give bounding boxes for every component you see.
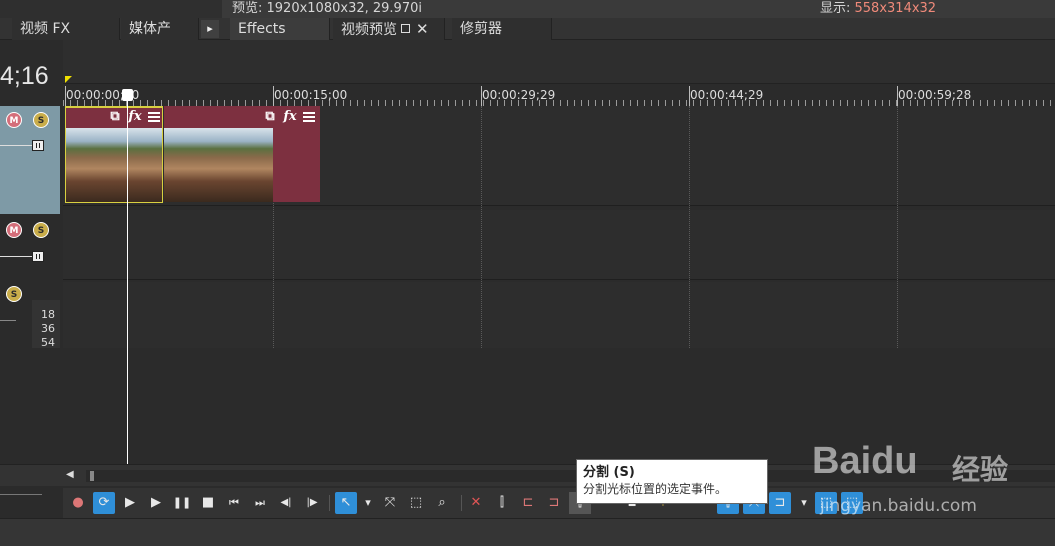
loop-icon[interactable]: ⟳: [93, 492, 115, 514]
menu-icon[interactable]: [146, 109, 162, 125]
tab-video-fx-label: 视频 FX: [20, 21, 71, 37]
preview-info-bar: 预览: 1920x1080x32, 29.970i 显示: 558x314x32: [0, 0, 1055, 18]
audio-track-lane[interactable]: [63, 210, 1055, 280]
preview-resolution: 预览: 1920x1080x32, 29.970i: [232, 1, 422, 16]
tab-row: 视频 FX 媒体产 ▸ Effects 视频预览 ✕ 修剪器: [0, 18, 1055, 40]
audio-track-2-lane[interactable]: [63, 282, 1055, 348]
level-slider-knob[interactable]: [32, 140, 44, 151]
toolbar-separator: [329, 495, 330, 511]
pan-slider-track: [0, 320, 16, 321]
empty-track-area[interactable]: [63, 348, 1055, 464]
normal-edit-tool-icon[interactable]: ↖: [335, 492, 357, 514]
vegas-editor-window: 预览: 1920x1080x32, 29.970i 显示: 558x314x32…: [0, 0, 1055, 546]
grid-line: [481, 106, 482, 348]
next-frame-icon[interactable]: |▶: [301, 492, 323, 514]
stop-icon[interactable]: ■: [197, 492, 219, 514]
ruler-label: 00:00:44;29: [690, 88, 764, 102]
video-clip-1[interactable]: ⧉ fx: [65, 106, 163, 202]
clip-thumbnail: [164, 128, 273, 202]
left-panel-header: [0, 0, 222, 18]
tab-scroll-right-icon[interactable]: ▸: [201, 20, 219, 38]
pan-crop-icon[interactable]: ⧉: [262, 109, 278, 125]
go-to-end-icon[interactable]: ⏭: [249, 492, 271, 514]
display-value: 558x314x32: [854, 1, 937, 16]
playhead-handle[interactable]: [122, 89, 133, 101]
divider: [0, 494, 42, 495]
transport-toolbar: ● ⟳ ▶ ▶ ❚❚ ■ ⏮ ⏭ ◀| |▶ ↖ ▾ ⤧ ⬚ ⌕ ✕ ⫿ ⊏ ⊐…: [63, 488, 1055, 518]
tab-media-generator-label: 媒体产: [129, 21, 171, 37]
solo-icon[interactable]: S: [6, 286, 22, 302]
grid-line: [897, 106, 898, 348]
record-icon[interactable]: ●: [67, 492, 89, 514]
scroll-left-icon[interactable]: ◀: [66, 469, 74, 480]
grid-line: [689, 106, 690, 348]
tooltip-description: 分割光标位置的选定事件。: [583, 482, 728, 496]
pan-crop-icon[interactable]: ⧉: [107, 109, 123, 125]
menu-icon[interactable]: [301, 109, 317, 125]
go-to-start-icon[interactable]: ⏮: [223, 492, 245, 514]
trim-start-icon[interactable]: ⊏: [517, 492, 539, 514]
timeline-scrollbar[interactable]: ◀: [0, 464, 1055, 486]
ripple-dropdown-icon[interactable]: ▾: [793, 492, 815, 514]
tab-media-generator[interactable]: 媒体产: [121, 18, 199, 40]
solo-icon[interactable]: S: [33, 112, 49, 128]
fx-icon[interactable]: fx: [127, 109, 143, 125]
zoom-tool-icon[interactable]: ⌕: [431, 492, 453, 514]
mute-icon[interactable]: M: [6, 112, 22, 128]
ruler-label: 00:00:15;00: [274, 88, 348, 102]
ruler-label: 00:00:29;29: [482, 88, 556, 102]
play-icon[interactable]: ▶: [145, 492, 167, 514]
delete-icon[interactable]: ✕: [465, 492, 487, 514]
scroll-thumb[interactable]: [90, 471, 94, 481]
toolbar-separator: [461, 495, 462, 511]
playhead-line[interactable]: [127, 95, 128, 464]
mute-icon[interactable]: M: [6, 222, 22, 238]
solo-icon[interactable]: S: [33, 222, 49, 238]
tooltip-title: 分割 (S): [583, 465, 635, 480]
split-tooltip: 分割 (S) 分割光标位置的选定事件。: [576, 459, 768, 504]
audio-meter-scale: 18 36 54: [41, 308, 55, 350]
level-slider-track: [0, 145, 34, 146]
marker-bar[interactable]: [63, 40, 1055, 84]
play-from-start-icon[interactable]: ▶: [119, 492, 141, 514]
envelope-tool-icon[interactable]: ⤧: [379, 492, 401, 514]
video-clip-2[interactable]: ⧉ fx: [164, 106, 320, 202]
display-label: 显示:: [820, 1, 855, 16]
video-track-header[interactable]: M S: [0, 106, 60, 214]
tool-dropdown-icon[interactable]: ▾: [357, 492, 379, 514]
ruler-label: 00:00:59;28: [898, 88, 972, 102]
previous-frame-icon[interactable]: ◀|: [275, 492, 297, 514]
tab-trimmer[interactable]: 修剪器: [452, 18, 552, 40]
timecode-display: 4;16: [0, 62, 49, 90]
meter-value: 36: [41, 322, 55, 335]
tab-trimmer-label: 修剪器: [460, 21, 502, 37]
maximize-icon[interactable]: [401, 24, 410, 33]
fx-icon[interactable]: fx: [282, 109, 298, 125]
lock-envelopes-icon[interactable]: ⬚: [815, 492, 837, 514]
loop-start-marker[interactable]: [65, 76, 72, 83]
tab-video-preview[interactable]: 视频预览 ✕: [333, 18, 445, 40]
tab-video-fx[interactable]: 视频 FX: [12, 18, 120, 40]
trim-end-icon[interactable]: ⊐: [543, 492, 565, 514]
tab-video-preview-label: 视频预览: [341, 22, 397, 38]
pause-icon[interactable]: ❚❚: [171, 492, 193, 514]
volume-slider-track: [0, 256, 34, 257]
meter-value: 18: [41, 308, 55, 321]
display-resolution: 显示: 558x314x32: [820, 0, 936, 18]
selection-tool-icon[interactable]: ⬚: [405, 492, 427, 514]
ignore-grouping-icon[interactable]: ⬚: [841, 492, 863, 514]
scroll-track[interactable]: [86, 470, 1055, 482]
ripple-edit-icon[interactable]: ⊐: [769, 492, 791, 514]
tab-effects[interactable]: Effects: [230, 18, 330, 40]
status-bar: [0, 518, 1055, 546]
meter-value: 54: [41, 336, 55, 349]
trim-icon[interactable]: ⫿: [491, 492, 513, 514]
audio-track-header[interactable]: M S: [0, 216, 60, 278]
close-icon[interactable]: ✕: [416, 20, 429, 38]
volume-slider-knob[interactable]: [32, 251, 44, 262]
tab-effects-label: Effects: [238, 21, 286, 37]
clip-thumbnail: [65, 128, 163, 202]
